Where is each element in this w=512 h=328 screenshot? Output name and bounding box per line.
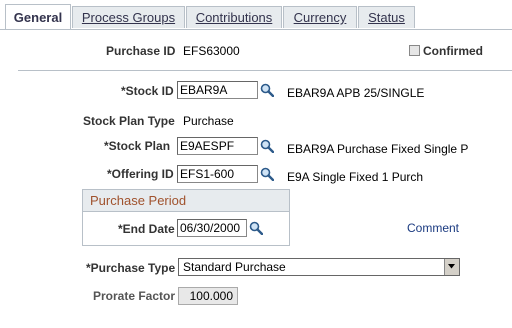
purchase-period-group: Purchase Period	[82, 189, 290, 246]
tab-process-groups[interactable]: Process Groups	[72, 6, 185, 28]
stock-plan-type-label: Stock Plan Type	[83, 114, 175, 128]
header-divider	[18, 70, 512, 71]
stock-plan-lookup-icon[interactable]	[260, 139, 274, 153]
tab-contributions[interactable]: Contributions	[186, 6, 282, 28]
purchase-id-label: Purchase ID	[106, 44, 176, 58]
stock-id-label: *Stock ID	[121, 84, 174, 98]
chevron-down-icon	[448, 264, 455, 269]
purchase-period-title: Purchase Period	[83, 190, 289, 212]
stock-id-lookup-icon[interactable]	[260, 83, 274, 97]
confirmed-checkbox[interactable]	[409, 45, 420, 56]
purchase-type-value: Standard Purchase	[183, 260, 286, 274]
dropdown-button[interactable]	[444, 259, 459, 275]
stock-plan-label: *Stock Plan	[104, 139, 171, 153]
end-date-input[interactable]: 06/30/2000	[177, 219, 247, 237]
offering-id-description: E9A Single Fixed 1 Purch	[287, 170, 424, 184]
tab-general[interactable]: General	[5, 4, 71, 30]
tab-status[interactable]: Status	[358, 6, 415, 28]
prorate-factor-input: 100.000	[178, 287, 238, 305]
end-date-label: *End Date	[118, 222, 175, 236]
prorate-factor-label: Prorate Factor	[93, 289, 176, 303]
stock-id-description: EBAR9A APB 25/SINGLE	[287, 86, 425, 100]
offering-id-lookup-icon[interactable]	[260, 167, 274, 181]
end-date-calendar-icon[interactable]	[249, 221, 263, 235]
confirmed-label: Confirmed	[423, 44, 483, 58]
stock-plan-description: EBAR9A Purchase Fixed Single P	[287, 142, 469, 156]
purchase-id-value: EFS63000	[183, 44, 240, 58]
comment-link[interactable]: Comment	[407, 221, 459, 235]
tab-bar: General Process Groups Contributions Cur…	[0, 0, 512, 30]
purchase-type-select[interactable]: Standard Purchase	[178, 258, 460, 276]
tab-currency[interactable]: Currency	[283, 6, 357, 28]
purchase-type-label: *Purchase Type	[86, 261, 176, 275]
stock-plan-input[interactable]: E9AESPF	[177, 137, 258, 155]
offering-id-label: *Offering ID	[107, 167, 174, 181]
offering-id-input[interactable]: EFS1-600	[177, 165, 258, 183]
tab-divider	[0, 29, 512, 30]
stock-id-input[interactable]: EBAR9A	[177, 81, 258, 99]
stock-plan-type-value: Purchase	[183, 114, 234, 128]
